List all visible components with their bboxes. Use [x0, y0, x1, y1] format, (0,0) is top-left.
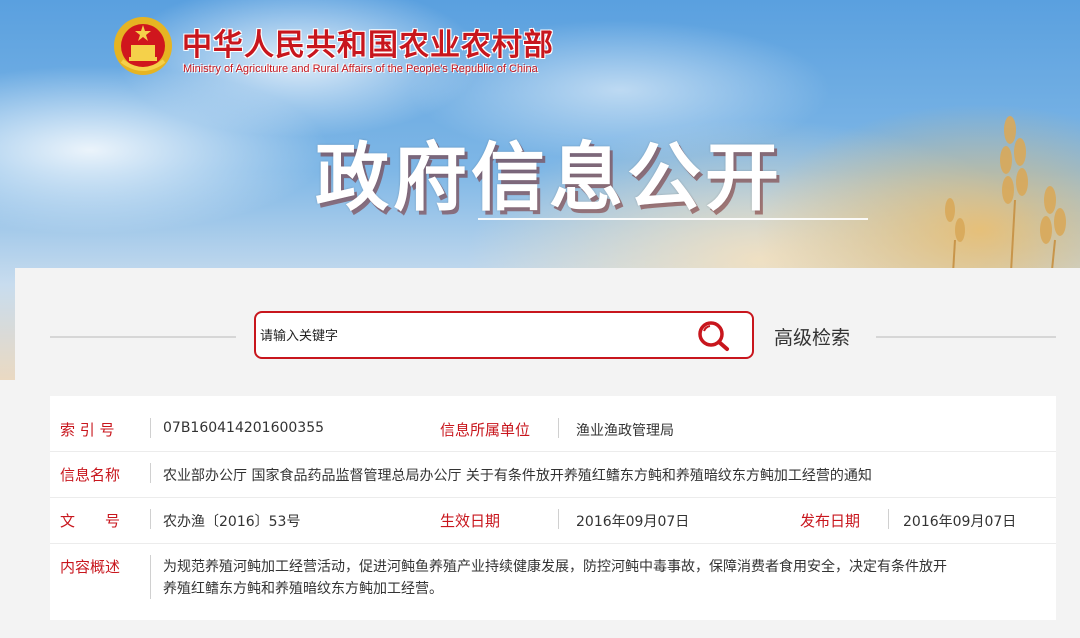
- divider-left: [50, 336, 236, 338]
- page-title: 政府信息公开: [315, 135, 783, 221]
- divider-right: [876, 336, 1056, 338]
- unit-value: 渔业渔政管理局: [576, 423, 674, 439]
- column-divider: [558, 509, 559, 529]
- name-value: 农业部办公厅 国家食品药品监督管理总局办公厅 关于有条件放开养殖红鳍东方鲀和养殖…: [163, 468, 872, 484]
- effective-value: 2016年09月07日: [576, 514, 690, 530]
- ministry-name-cn: 中华人民共和国农业农村部: [182, 28, 554, 63]
- index-label: 索 引 号: [60, 421, 115, 439]
- row-separator: [50, 543, 1056, 544]
- search-icon[interactable]: [694, 319, 734, 353]
- column-divider: [150, 509, 151, 529]
- ministry-name-en: Ministry of Agriculture and Rural Affair…: [183, 63, 538, 75]
- column-divider: [150, 555, 151, 599]
- publish-value: 2016年09月07日: [903, 514, 1017, 530]
- search-bar: [254, 311, 754, 359]
- name-label: 信息名称: [60, 466, 121, 484]
- summary-line-2: 养殖红鳍东方鲀和养殖暗纹东方鲀加工经营。: [163, 581, 443, 597]
- row-separator: [50, 497, 1056, 498]
- summary-label: 内容概述: [60, 558, 121, 576]
- summary-line-1: 为规范养殖河鲀加工经营活动，促进河鲀鱼养殖产业持续健康发展，防控河鲀中毒事故，保…: [163, 559, 947, 575]
- search-input[interactable]: [258, 321, 682, 351]
- docno-label: 文 号: [60, 512, 121, 530]
- national-emblem-icon: [114, 17, 172, 75]
- column-divider: [150, 463, 151, 483]
- advanced-search-link[interactable]: 高级检索: [774, 323, 850, 350]
- publish-label: 发布日期: [800, 512, 861, 530]
- unit-label: 信息所属单位: [440, 421, 531, 439]
- row-separator: [50, 451, 1056, 452]
- effective-label: 生效日期: [440, 512, 501, 530]
- docno-value: 农办渔〔2016〕53号: [163, 514, 301, 530]
- info-table: 索 引 号 07B160414201600355 信息所属单位 渔业渔政管理局 …: [50, 396, 1056, 620]
- title-underline: [478, 218, 868, 220]
- wheat-decoration: [945, 116, 1066, 290]
- index-value: 07B160414201600355: [163, 420, 325, 436]
- column-divider: [150, 418, 151, 438]
- column-divider: [558, 418, 559, 438]
- column-divider: [888, 509, 889, 529]
